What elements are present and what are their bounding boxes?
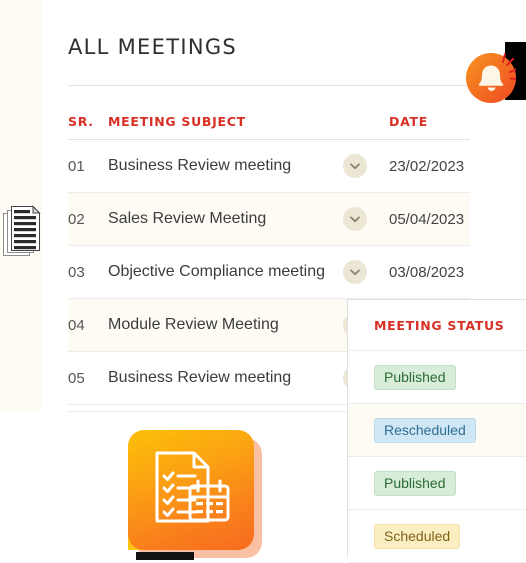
cell-date: 03/08/2023 [389,263,465,281]
cell-expand[interactable] [343,260,389,284]
notification-bell[interactable] [466,53,516,103]
chevron-down-icon[interactable] [343,207,367,231]
screen-root: ALL MEETINGS SR. MEETING SUBJECT DATE 01… [0,0,526,563]
documents-stack-icon [3,205,41,256]
status-row[interactable]: Rescheduled [348,404,526,457]
cell-sr: 05 [68,369,85,387]
checklist-tile [128,430,268,560]
chevron-down-icon[interactable] [343,260,367,284]
status-row[interactable]: Published [348,457,526,510]
checklist-calendar-icon [155,451,230,523]
column-header-sr: SR. [68,114,94,129]
column-header-subject: MEETING SUBJECT [108,114,246,129]
cell-sr: 01 [68,157,85,175]
title-divider [68,85,470,86]
table-row[interactable]: 01 Business Review meeting 23/02/2023 [68,140,470,193]
status-panel-header: MEETING STATUS [348,300,526,351]
status-column-header: MEETING STATUS [374,317,505,333]
chevron-down-icon[interactable] [343,154,367,178]
table-row[interactable]: 03 Objective Compliance meeting 03/08/20… [68,246,470,299]
meeting-status-panel: MEETING STATUS Published Rescheduled Pub… [347,299,526,563]
cell-subject: Module Review Meeting [108,316,279,333]
page-title: ALL MEETINGS [68,35,238,59]
status-badge: Scheduled [374,523,461,549]
tile-black-accent [136,552,194,560]
status-badge: Published [374,364,456,390]
column-header-date: DATE [389,114,428,129]
cell-sr: 03 [68,263,85,281]
cell-subject: Business Review meeting [108,369,292,386]
cell-date: 05/04/2023 [389,210,465,228]
tile-face [128,430,254,550]
cell-subject: Sales Review Meeting [108,210,267,227]
documents-stack [3,205,45,257]
cell-subject: Objective Compliance meeting [108,263,325,280]
status-row[interactable]: Published [348,351,526,404]
cell-expand[interactable] [343,207,389,231]
cell-sr: 02 [68,210,85,228]
status-row[interactable]: Scheduled [348,510,526,563]
table-header-row: SR. MEETING SUBJECT DATE [68,104,470,140]
status-badge: Published [374,470,456,496]
cell-expand[interactable] [343,154,389,178]
cell-subject: Business Review meeting [108,157,292,174]
cell-sr: 04 [68,316,85,334]
status-badge: Rescheduled [374,417,476,443]
cell-date: 23/02/2023 [389,157,465,175]
table-row[interactable]: 02 Sales Review Meeting 05/04/2023 [68,193,470,246]
bell-icon [478,53,516,91]
